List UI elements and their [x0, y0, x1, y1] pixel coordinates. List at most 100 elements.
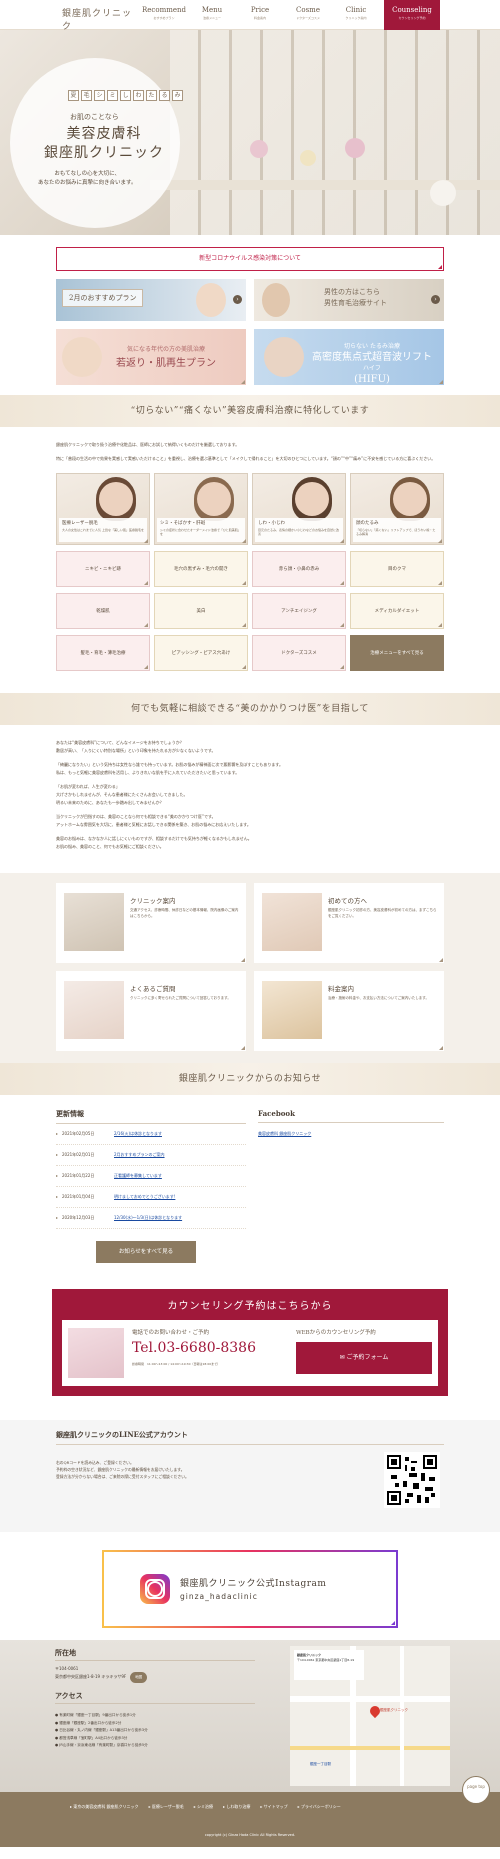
route-text: 日比谷線・丸ノ内線「銀座駅」A13番出口から徒歩3分 [59, 1728, 148, 1732]
corner-arrow-icon [438, 539, 442, 543]
footer-link[interactable]: シミ治療 [194, 1804, 213, 1810]
news-link[interactable]: 2/16(火)は休診となります [114, 1131, 162, 1137]
news-item[interactable]: 2021年01月04日 明けましておめでとうございます! [56, 1187, 246, 1208]
hero-tag: た [146, 90, 157, 101]
corner-arrow-icon [340, 623, 344, 627]
banner-rejuvenation-plan[interactable]: 気になる年代の方の美肌治療 若返り・肌再生プラン [56, 329, 246, 385]
treatment-card-laser-hair-removal[interactable]: 医療レーザー脱毛 大人の女性はこれまでに人気 上質な「美しい肌」医療脱毛を [56, 473, 150, 545]
treatment-button[interactable]: ニキビ・ニキビ跡 [56, 551, 150, 587]
info-box-clinic[interactable]: クリニック案内 交通アクセス、診療時間、休診日などの基本情報、院内画像のご案内は… [56, 883, 246, 963]
treatment-card-sagging[interactable]: 顔のたるみ 「切らない」「痛くない」リフトアップで、ほうれい線・たるみ解消 [350, 473, 444, 545]
info-box-first-visit[interactable]: 初めての方へ 銀座肌クリニック初診の方、美容皮膚科が初めての方は、まずこちらをご… [254, 883, 444, 963]
covid-notice-link[interactable]: 新型コロナウイルス感染対策について [56, 247, 444, 271]
staff-photo [68, 1328, 124, 1378]
all-news-button[interactable]: お知らせをすべて見る [96, 1241, 196, 1263]
treatment-card-wrinkles[interactable]: しわ・小じわ 目元のたるみ、表情の細かい小じわなどのお悩みを自然に改善 [252, 473, 346, 545]
all-treatments-button[interactable]: 治療メニューをすべて見る [350, 635, 444, 671]
treatment-title: しわ・小じわ [258, 521, 285, 526]
treatment-button[interactable]: ピアッシング・ピアス穴あけ [154, 635, 248, 671]
nav-recommend[interactable]: Recommend おすすめプラン [140, 0, 188, 30]
news-item[interactable]: 2021年01月22日 正看護師を募集しています [56, 1166, 246, 1187]
nav-price[interactable]: Price 料金案内 [236, 0, 284, 30]
nav-sublabel: 料金案内 [253, 16, 266, 20]
text-line: 私は、もっと気軽に美容皮膚科を活用し、よりきれいな肌を手に入れていただきたいと思… [56, 770, 240, 775]
nav-clinic[interactable]: Clinic クリニック案内 [332, 0, 380, 30]
global-nav: Recommend おすすめプラン Menu 治療メニュー Price 料金案内 Co… [140, 0, 440, 30]
treatment-button[interactable]: 赤ら顔・小鼻の赤み [252, 551, 346, 587]
hero-title: 美容皮膚科 銀座肌クリニック [44, 125, 164, 163]
treatment-room-photo [262, 981, 322, 1039]
nav-cosme[interactable]: Cosme ドクターズコスメ [284, 0, 332, 30]
banner-text: 切らない たるみ治療 高密度焦点式超音波リフト ハイフ (HIFU) [312, 341, 432, 385]
section-heading: “切らない”“痛くない”美容皮膚科治療に特化しています [0, 395, 500, 427]
news-item[interactable]: 2020年12月03日 12/30(水)～1/3(日)は休診となります [56, 1208, 246, 1229]
google-map[interactable]: 銀座肌クリニック 〒104-0061 東京都中央区銀座1丁目8-19 銀座肌クリ… [290, 1646, 450, 1786]
treatment-title: 医療レーザー脱毛 [62, 521, 98, 526]
treatment-button[interactable]: 毛穴の黒ずみ・毛穴の開き [154, 551, 248, 587]
treatment-button[interactable]: 美白 [154, 593, 248, 629]
nav-label: Menu [201, 6, 223, 14]
banner-mens-hair[interactable]: 男性の方はこちら 男性育毛治療サイト › [254, 279, 444, 321]
news-link[interactable]: 正看護師を募集しています [114, 1173, 162, 1179]
info-grid: クリニック案内 交通アクセス、診療時間、休診日などの基本情報、院内画像のご案内は… [56, 883, 444, 1051]
treatment-cards: 医療レーザー脱毛 大人の女性はこれまでに人気 上質な「美しい肌」医療脱毛を シミ・… [56, 473, 444, 545]
flower-image [300, 150, 316, 166]
banner-grid: 2月のおすすめプラン › 男性の方はこちら 男性育毛治療サイト › 気になる年代… [56, 279, 444, 385]
treatment-button-label: ピアッシング・ピアス穴あけ [171, 650, 231, 656]
banner-hifu[interactable]: 切らない たるみ治療 高密度焦点式超音波リフト ハイフ (HIFU) [254, 329, 444, 385]
footer-link[interactable]: プライバシーポリシー [298, 1804, 341, 1810]
footer-link[interactable]: 東京の美容皮膚科 銀座肌クリニック [70, 1804, 138, 1810]
corner-arrow-icon [242, 539, 246, 543]
nav-label: Price [250, 6, 270, 14]
line-qr-code[interactable] [384, 1452, 440, 1508]
map-button[interactable]: 地図 [130, 1672, 148, 1683]
banner-text-line1: 気になる年代の方の美肌治療 [126, 346, 205, 353]
reservation-form-label: ご予約フォーム [346, 1354, 389, 1361]
treatment-button[interactable]: 乾燥肌 [56, 593, 150, 629]
info-desc: 治療・施術の料金や、お支払い方法についてご案内いたします。 [328, 996, 429, 1000]
map-road [400, 1646, 404, 1786]
hero-tag: わ [133, 90, 144, 101]
notice-text: 新型コロナウイルス感染対策について [199, 255, 301, 262]
treatment-button[interactable]: アンチエイジング [252, 593, 346, 629]
treatment-button[interactable]: 目のクマ [350, 551, 444, 587]
facebook-link[interactable]: 美容皮膚科 銀座肌クリニック [258, 1131, 444, 1137]
nav-menu[interactable]: Menu 治療メニュー [188, 0, 236, 30]
reservation-form-button[interactable]: ✉ ご予約フォーム [296, 1342, 432, 1374]
map-info-box: 銀座肌クリニック 〒104-0061 東京都中央区銀座1丁目8-19 [294, 1650, 364, 1680]
corner-arrow-icon [439, 380, 443, 384]
info-title: 料金案内 [328, 985, 354, 993]
corner-arrow-icon [438, 623, 442, 627]
paragraph: 特に「普段の生活の中で効果を実感して実感いただけること」を重視し、治療を選ぶ基準… [56, 456, 436, 461]
treatment-button[interactable]: ドクターズコスメ [252, 635, 346, 671]
news-item[interactable]: 2021年02月05日 2/16(火)は休診となります [56, 1124, 246, 1145]
info-box-faq[interactable]: よくあるご質問 クリニックに多く寄せられたご質問について回答しております。 [56, 971, 246, 1051]
phone-number[interactable]: Tel.03-6680-8386 [132, 1340, 256, 1356]
banner-label: 2月のおすすめプラン [62, 289, 144, 307]
nav-counseling-button[interactable]: Counseling カウンセリング予約 [384, 0, 440, 30]
info-box-price[interactable]: 料金案内 治療・施術の料金や、お支払い方法についてご案内いたします。 [254, 971, 444, 1051]
facebook-title: Facebook [258, 1109, 444, 1123]
copyright: copyright (c) Ginza Hada Clinic All Righ… [204, 1833, 296, 1837]
treatment-button[interactable]: メディカルダイエット [350, 593, 444, 629]
news-link[interactable]: 2月おすすめプランのご案内 [114, 1152, 165, 1158]
treatment-desc: 「切らない」「痛くない」リフトアップで、ほうれい線・たるみ解消 [356, 528, 436, 536]
news-link[interactable]: 12/30(水)～1/3(日)は休診となります [114, 1215, 182, 1221]
corner-arrow-icon [241, 380, 245, 384]
footer-link[interactable]: 医療レーザー脱毛 [149, 1804, 184, 1810]
news-link[interactable]: 明けましておめでとうございます! [114, 1194, 175, 1200]
instagram-handle: ginza_hadaclinic [180, 1592, 258, 1601]
nav-sublabel: 治療メニュー [202, 16, 221, 20]
instagram-banner[interactable]: 銀座肌クリニック公式Instagram ginza_hadaclinic [102, 1550, 398, 1628]
route-text: 都営浅草線「宝町駅」A4出口から徒歩3分 [59, 1735, 128, 1740]
treatment-card-spots[interactable]: シミ・そばかす・肝斑 シミの症状に合わせたオーダーメイド治療で「ひと肌美肌」を [154, 473, 248, 545]
treatment-title: シミ・そばかす・肝斑 [160, 521, 206, 526]
page-top-button[interactable]: page top [462, 1776, 490, 1804]
footer-link[interactable]: しわ取り治療 [223, 1804, 250, 1810]
nav-label: Recommend [142, 6, 186, 14]
treatment-button[interactable]: 髪毛・育毛・薄毛治療 [56, 635, 150, 671]
footer-link[interactable]: サイトマップ [260, 1804, 288, 1810]
route-item: ● 都営浅草線「宝町駅」A4出口から徒歩3分 [55, 1735, 128, 1740]
banner-february-plan[interactable]: 2月のおすすめプラン › [56, 279, 246, 321]
news-item[interactable]: 2021年02月01日 2月おすすめプランのご案内 [56, 1145, 246, 1166]
